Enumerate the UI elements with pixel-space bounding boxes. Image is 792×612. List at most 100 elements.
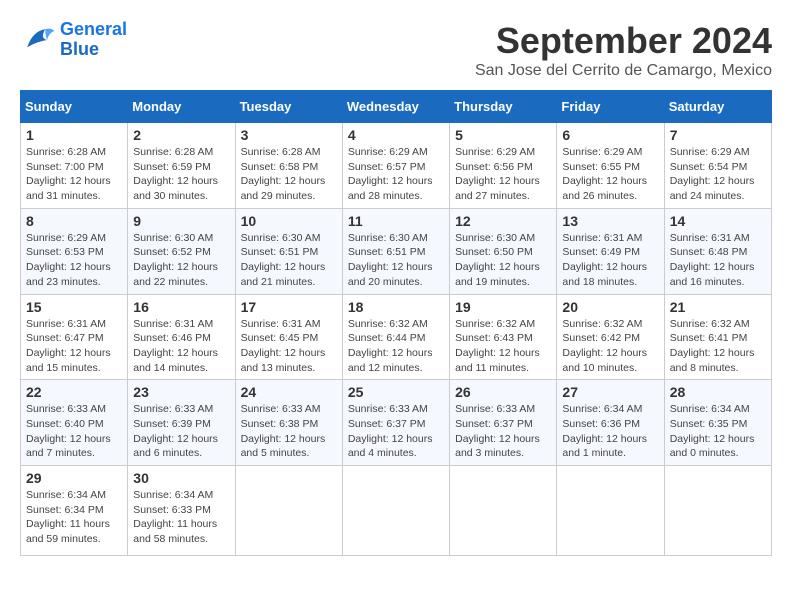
table-row: 12 Sunrise: 6:30 AM Sunset: 6:50 PM Dayl… [450, 208, 557, 294]
day-info: Sunrise: 6:31 AM Sunset: 6:47 PM Dayligh… [26, 317, 122, 376]
day-info: Sunrise: 6:29 AM Sunset: 6:57 PM Dayligh… [348, 145, 444, 204]
day-number: 19 [455, 299, 551, 315]
day-number: 14 [670, 213, 766, 229]
day-number: 21 [670, 299, 766, 315]
table-row: 26 Sunrise: 6:33 AM Sunset: 6:37 PM Dayl… [450, 380, 557, 466]
day-info: Sunrise: 6:29 AM Sunset: 6:53 PM Dayligh… [26, 231, 122, 290]
calendar-table: Sunday Monday Tuesday Wednesday Thursday… [20, 90, 772, 556]
table-row: 4 Sunrise: 6:29 AM Sunset: 6:57 PM Dayli… [342, 123, 449, 209]
day-info: Sunrise: 6:29 AM Sunset: 6:56 PM Dayligh… [455, 145, 551, 204]
day-number: 17 [241, 299, 337, 315]
table-row [342, 466, 449, 556]
day-info: Sunrise: 6:31 AM Sunset: 6:45 PM Dayligh… [241, 317, 337, 376]
day-number: 9 [133, 213, 229, 229]
day-info: Sunrise: 6:30 AM Sunset: 6:51 PM Dayligh… [241, 231, 337, 290]
logo: General Blue [20, 20, 127, 60]
table-row: 22 Sunrise: 6:33 AM Sunset: 6:40 PM Dayl… [21, 380, 128, 466]
day-number: 5 [455, 127, 551, 143]
day-info: Sunrise: 6:34 AM Sunset: 6:34 PM Dayligh… [26, 488, 122, 547]
table-row: 9 Sunrise: 6:30 AM Sunset: 6:52 PM Dayli… [128, 208, 235, 294]
day-info: Sunrise: 6:31 AM Sunset: 6:49 PM Dayligh… [562, 231, 658, 290]
table-row: 6 Sunrise: 6:29 AM Sunset: 6:55 PM Dayli… [557, 123, 664, 209]
table-row: 19 Sunrise: 6:32 AM Sunset: 6:43 PM Dayl… [450, 294, 557, 380]
day-info: Sunrise: 6:28 AM Sunset: 6:58 PM Dayligh… [241, 145, 337, 204]
logo-text: General Blue [60, 20, 127, 60]
table-row: 20 Sunrise: 6:32 AM Sunset: 6:42 PM Dayl… [557, 294, 664, 380]
table-row: 1 Sunrise: 6:28 AM Sunset: 7:00 PM Dayli… [21, 123, 128, 209]
day-number: 10 [241, 213, 337, 229]
day-info: Sunrise: 6:33 AM Sunset: 6:37 PM Dayligh… [455, 402, 551, 461]
table-row: 21 Sunrise: 6:32 AM Sunset: 6:41 PM Dayl… [664, 294, 771, 380]
table-row: 28 Sunrise: 6:34 AM Sunset: 6:35 PM Dayl… [664, 380, 771, 466]
day-info: Sunrise: 6:28 AM Sunset: 7:00 PM Dayligh… [26, 145, 122, 204]
day-number: 13 [562, 213, 658, 229]
day-number: 29 [26, 470, 122, 486]
day-number: 23 [133, 384, 229, 400]
day-info: Sunrise: 6:33 AM Sunset: 6:37 PM Dayligh… [348, 402, 444, 461]
table-row [235, 466, 342, 556]
table-row: 2 Sunrise: 6:28 AM Sunset: 6:59 PM Dayli… [128, 123, 235, 209]
table-row: 8 Sunrise: 6:29 AM Sunset: 6:53 PM Dayli… [21, 208, 128, 294]
day-info: Sunrise: 6:32 AM Sunset: 6:44 PM Dayligh… [348, 317, 444, 376]
table-row: 3 Sunrise: 6:28 AM Sunset: 6:58 PM Dayli… [235, 123, 342, 209]
table-row: 11 Sunrise: 6:30 AM Sunset: 6:51 PM Dayl… [342, 208, 449, 294]
day-info: Sunrise: 6:31 AM Sunset: 6:46 PM Dayligh… [133, 317, 229, 376]
day-info: Sunrise: 6:34 AM Sunset: 6:35 PM Dayligh… [670, 402, 766, 461]
table-row: 10 Sunrise: 6:30 AM Sunset: 6:51 PM Dayl… [235, 208, 342, 294]
day-number: 28 [670, 384, 766, 400]
day-number: 11 [348, 213, 444, 229]
table-row: 29 Sunrise: 6:34 AM Sunset: 6:34 PM Dayl… [21, 466, 128, 556]
table-row: 24 Sunrise: 6:33 AM Sunset: 6:38 PM Dayl… [235, 380, 342, 466]
day-number: 15 [26, 299, 122, 315]
table-row: 25 Sunrise: 6:33 AM Sunset: 6:37 PM Dayl… [342, 380, 449, 466]
day-number: 6 [562, 127, 658, 143]
table-row: 13 Sunrise: 6:31 AM Sunset: 6:49 PM Dayl… [557, 208, 664, 294]
day-number: 12 [455, 213, 551, 229]
location-title: San Jose del Cerrito de Camargo, Mexico [475, 62, 772, 80]
day-info: Sunrise: 6:34 AM Sunset: 6:36 PM Dayligh… [562, 402, 658, 461]
day-info: Sunrise: 6:34 AM Sunset: 6:33 PM Dayligh… [133, 488, 229, 547]
table-row: 7 Sunrise: 6:29 AM Sunset: 6:54 PM Dayli… [664, 123, 771, 209]
day-number: 22 [26, 384, 122, 400]
day-number: 18 [348, 299, 444, 315]
day-info: Sunrise: 6:32 AM Sunset: 6:43 PM Dayligh… [455, 317, 551, 376]
title-section: September 2024 San Jose del Cerrito de C… [475, 20, 772, 80]
day-number: 27 [562, 384, 658, 400]
day-info: Sunrise: 6:30 AM Sunset: 6:50 PM Dayligh… [455, 231, 551, 290]
day-info: Sunrise: 6:31 AM Sunset: 6:48 PM Dayligh… [670, 231, 766, 290]
day-info: Sunrise: 6:28 AM Sunset: 6:59 PM Dayligh… [133, 145, 229, 204]
day-number: 24 [241, 384, 337, 400]
table-row [450, 466, 557, 556]
table-row [664, 466, 771, 556]
day-number: 8 [26, 213, 122, 229]
table-row [557, 466, 664, 556]
day-number: 16 [133, 299, 229, 315]
day-info: Sunrise: 6:29 AM Sunset: 6:55 PM Dayligh… [562, 145, 658, 204]
day-number: 30 [133, 470, 229, 486]
table-row: 14 Sunrise: 6:31 AM Sunset: 6:48 PM Dayl… [664, 208, 771, 294]
day-number: 7 [670, 127, 766, 143]
table-row: 5 Sunrise: 6:29 AM Sunset: 6:56 PM Dayli… [450, 123, 557, 209]
day-number: 20 [562, 299, 658, 315]
day-number: 1 [26, 127, 122, 143]
header-row: Sunday Monday Tuesday Wednesday Thursday… [21, 91, 772, 123]
table-row: 17 Sunrise: 6:31 AM Sunset: 6:45 PM Dayl… [235, 294, 342, 380]
day-info: Sunrise: 6:33 AM Sunset: 6:40 PM Dayligh… [26, 402, 122, 461]
col-wednesday: Wednesday [342, 91, 449, 123]
month-title: September 2024 [475, 20, 772, 62]
day-number: 26 [455, 384, 551, 400]
day-info: Sunrise: 6:32 AM Sunset: 6:42 PM Dayligh… [562, 317, 658, 376]
day-number: 25 [348, 384, 444, 400]
day-number: 2 [133, 127, 229, 143]
day-info: Sunrise: 6:33 AM Sunset: 6:39 PM Dayligh… [133, 402, 229, 461]
col-friday: Friday [557, 91, 664, 123]
col-sunday: Sunday [21, 91, 128, 123]
col-thursday: Thursday [450, 91, 557, 123]
day-info: Sunrise: 6:30 AM Sunset: 6:52 PM Dayligh… [133, 231, 229, 290]
table-row: 23 Sunrise: 6:33 AM Sunset: 6:39 PM Dayl… [128, 380, 235, 466]
table-row: 18 Sunrise: 6:32 AM Sunset: 6:44 PM Dayl… [342, 294, 449, 380]
table-row: 15 Sunrise: 6:31 AM Sunset: 6:47 PM Dayl… [21, 294, 128, 380]
col-monday: Monday [128, 91, 235, 123]
day-info: Sunrise: 6:33 AM Sunset: 6:38 PM Dayligh… [241, 402, 337, 461]
table-row: 30 Sunrise: 6:34 AM Sunset: 6:33 PM Dayl… [128, 466, 235, 556]
